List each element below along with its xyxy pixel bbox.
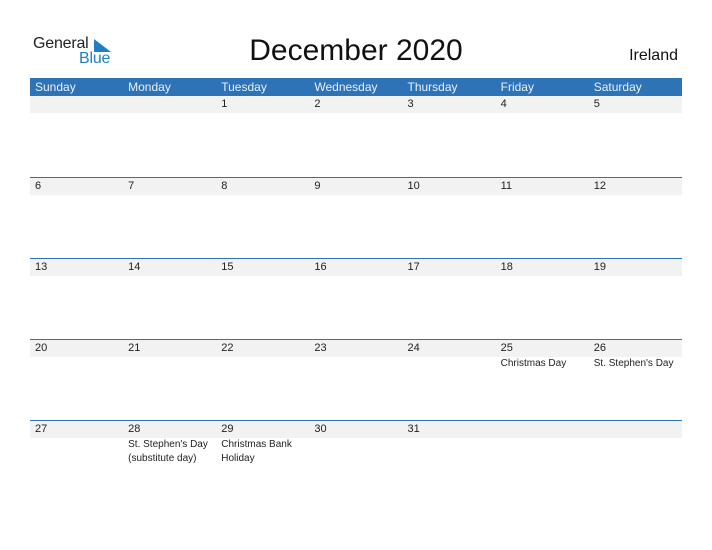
weekday-tuesday: Tuesday — [221, 80, 267, 94]
calendar-grid: Sunday Monday Tuesday Wednesday Thursday… — [30, 78, 682, 501]
day-number: 6 — [35, 180, 42, 192]
holiday-label — [403, 357, 496, 371]
day-number: 29 — [221, 423, 234, 435]
day-number: 15 — [221, 261, 234, 273]
weekday-header: Sunday Monday Tuesday Wednesday Thursday… — [30, 78, 682, 96]
date-strip: 13 14 15 16 17 18 19 — [30, 259, 682, 276]
weekday-sunday: Sunday — [35, 80, 76, 94]
country-label: Ireland — [629, 47, 678, 64]
week-row: 6 7 8 9 10 11 12 — [30, 177, 682, 258]
day-number: 24 — [407, 342, 420, 354]
day-number: 19 — [593, 261, 606, 273]
day-number — [589, 421, 682, 438]
day-number: 13 — [35, 261, 48, 273]
holiday-label — [123, 357, 216, 371]
day-number: 23 — [314, 342, 327, 354]
date-strip: 27 28 29 30 31 — [30, 421, 682, 438]
holiday-label: Christmas Bank Holiday — [221, 439, 292, 464]
day-number: 7 — [128, 180, 135, 192]
day-number: 27 — [35, 423, 48, 435]
day-number: 25 — [500, 342, 513, 354]
day-number: 4 — [500, 98, 507, 110]
day-number: 5 — [593, 98, 600, 110]
holiday-label — [30, 357, 123, 371]
day-number: 12 — [593, 180, 606, 192]
holiday-label — [309, 438, 402, 466]
holiday-row: Christmas Day St. Stephen's Day — [30, 357, 682, 371]
day-number — [496, 421, 589, 438]
date-strip: 20 21 22 23 24 25 26 — [30, 340, 682, 357]
holiday-label: St. Stephen's Day (substitute day) — [128, 439, 208, 464]
day-number: 3 — [407, 98, 414, 110]
holiday-label — [30, 438, 123, 466]
holiday-label — [403, 438, 496, 466]
weekday-wednesday: Wednesday — [314, 80, 378, 94]
day-number: 1 — [221, 98, 228, 110]
day-number: 2 — [314, 98, 321, 110]
weekday-saturday: Saturday — [593, 80, 642, 94]
holiday-label — [589, 438, 682, 466]
holiday-label: Christmas Day — [500, 358, 567, 369]
day-number — [123, 96, 216, 113]
day-number: 10 — [407, 180, 420, 192]
calendar-title: December 2020 — [249, 34, 463, 67]
week-row: 13 14 15 16 17 18 19 — [30, 258, 682, 339]
holiday-row: St. Stephen's Day (substitute day) Christ… — [30, 438, 682, 466]
weekday-monday: Monday — [128, 80, 171, 94]
day-number: 28 — [128, 423, 141, 435]
day-number: 14 — [128, 261, 141, 273]
day-number: 16 — [314, 261, 327, 273]
day-number: 9 — [314, 180, 321, 192]
weekday-friday: Friday — [500, 80, 534, 94]
day-number: 22 — [221, 342, 234, 354]
day-number: 21 — [128, 342, 141, 354]
holiday-label — [216, 357, 309, 371]
day-number: 17 — [407, 261, 420, 273]
holiday-label: St. Stephen's Day — [593, 358, 674, 369]
day-number: 11 — [500, 180, 513, 192]
week-row: 1 2 3 4 5 — [30, 96, 682, 177]
holiday-label — [309, 357, 402, 371]
day-number: 26 — [593, 342, 606, 354]
day-number: 8 — [221, 180, 228, 192]
day-number: 20 — [35, 342, 48, 354]
holiday-label — [496, 438, 589, 466]
date-strip: 1 2 3 4 5 — [30, 96, 682, 113]
day-number: 18 — [500, 261, 513, 273]
day-number: 31 — [407, 423, 420, 435]
week-row: 27 28 29 30 31 St. Stephen's Day (substitute … — [30, 420, 682, 501]
weekday-thursday: Thursday — [407, 80, 458, 94]
date-strip: 6 7 8 9 10 11 12 — [30, 178, 682, 195]
week-row: 20 21 22 23 24 25 26 Christmas Day St. Stephen's… — [30, 339, 682, 420]
day-number: 30 — [314, 423, 327, 435]
day-number — [30, 96, 123, 113]
